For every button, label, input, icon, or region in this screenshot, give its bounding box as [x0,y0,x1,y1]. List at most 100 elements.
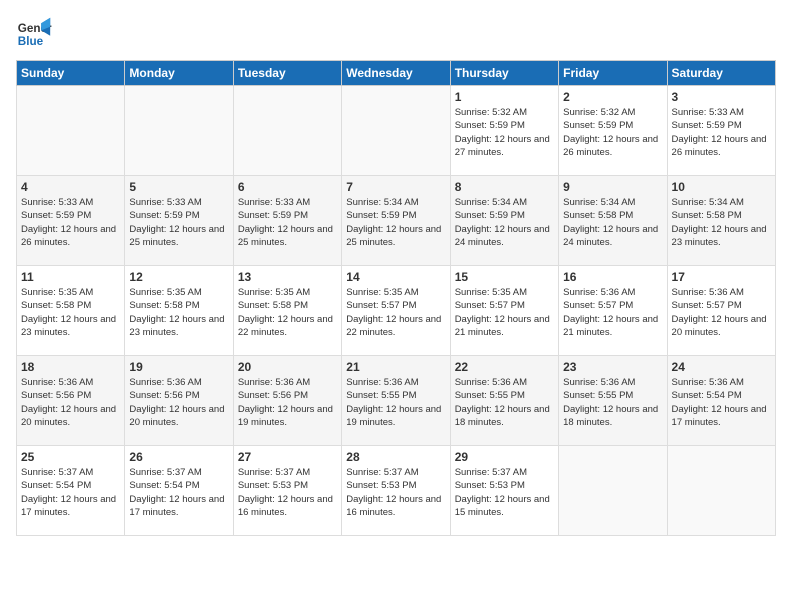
calendar-cell: 26 Sunrise: 5:37 AM Sunset: 5:54 PM Dayli… [125,446,233,536]
calendar-cell: 23Sunrise: 5:36 AM Sunset: 5:55 PM Dayli… [559,356,667,446]
calendar-cell: 25 Sunrise: 5:37 AM Sunset: 5:54 PM Dayli… [17,446,125,536]
day-info: Sunrise: 5:36 AM Sunset: 5:56 PM Dayligh… [129,376,228,429]
calendar-cell: 3 Sunrise: 5:33 AM Sunset: 5:59 PM Daylig… [667,86,775,176]
day-number: 7 [346,180,445,194]
day-number: 20 [238,360,337,374]
calendar-cell [559,446,667,536]
day-info: Sunrise: 5:36 AM Sunset: 5:56 PM Dayligh… [238,376,337,429]
calendar-cell: 6 Sunrise: 5:33 AM Sunset: 5:59 PM Daylig… [233,176,341,266]
day-number: 18 [21,360,120,374]
day-number: 15 [455,270,554,284]
calendar-cell [17,86,125,176]
day-info: Sunrise: 5:37 AM Sunset: 5:53 PM Dayligh… [455,466,554,519]
calendar-cell [667,446,775,536]
weekday-header-row: SundayMondayTuesdayWednesdayThursdayFrid… [17,61,776,86]
day-info: Sunrise: 5:33 AM Sunset: 5:59 PM Dayligh… [21,196,120,249]
day-info: Sunrise: 5:34 AM Sunset: 5:58 PM Dayligh… [672,196,771,249]
week-row-1: 4 Sunrise: 5:33 AM Sunset: 5:59 PM Daylig… [17,176,776,266]
day-number: 14 [346,270,445,284]
calendar-cell: 4 Sunrise: 5:33 AM Sunset: 5:59 PM Daylig… [17,176,125,266]
day-number: 6 [238,180,337,194]
day-info: Sunrise: 5:34 AM Sunset: 5:58 PM Dayligh… [563,196,662,249]
calendar-body: 1 Sunrise: 5:32 AM Sunset: 5:59 PM Daylig… [17,86,776,536]
calendar-cell [342,86,450,176]
day-number: 9 [563,180,662,194]
day-number: 28 [346,450,445,464]
week-row-2: 11 Sunrise: 5:35 AM Sunset: 5:58 PM Dayli… [17,266,776,356]
day-info: Sunrise: 5:34 AM Sunset: 5:59 PM Dayligh… [346,196,445,249]
header: General Blue [16,16,776,52]
day-info: Sunrise: 5:35 AM Sunset: 5:57 PM Dayligh… [346,286,445,339]
day-number: 24 [672,360,771,374]
calendar-cell: 19 Sunrise: 5:36 AM Sunset: 5:56 PM Dayli… [125,356,233,446]
svg-text:Blue: Blue [18,35,44,48]
day-info: Sunrise: 5:36 AM Sunset: 5:55 PM Dayligh… [455,376,554,429]
day-info: Sunrise: 5:37 AM Sunset: 5:53 PM Dayligh… [238,466,337,519]
day-info: Sunrise: 5:32 AM Sunset: 5:59 PM Dayligh… [563,106,662,159]
day-info: Sunrise: 5:37 AM Sunset: 5:54 PM Dayligh… [129,466,228,519]
day-number: 23 [563,360,662,374]
day-info: Sunrise: 5:33 AM Sunset: 5:59 PM Dayligh… [238,196,337,249]
day-number: 8 [455,180,554,194]
day-info: Sunrise: 5:35 AM Sunset: 5:57 PM Dayligh… [455,286,554,339]
day-number: 4 [21,180,120,194]
day-info: Sunrise: 5:33 AM Sunset: 5:59 PM Dayligh… [672,106,771,159]
day-number: 29 [455,450,554,464]
calendar-cell: 9 Sunrise: 5:34 AM Sunset: 5:58 PM Daylig… [559,176,667,266]
day-number: 3 [672,90,771,104]
weekday-header-wednesday: Wednesday [342,61,450,86]
weekday-header-friday: Friday [559,61,667,86]
calendar-cell: 20 Sunrise: 5:36 AM Sunset: 5:56 PM Dayli… [233,356,341,446]
day-info: Sunrise: 5:34 AM Sunset: 5:59 PM Dayligh… [455,196,554,249]
day-info: Sunrise: 5:36 AM Sunset: 5:57 PM Dayligh… [672,286,771,339]
day-number: 1 [455,90,554,104]
week-row-4: 25 Sunrise: 5:37 AM Sunset: 5:54 PM Dayli… [17,446,776,536]
week-row-0: 1 Sunrise: 5:32 AM Sunset: 5:59 PM Daylig… [17,86,776,176]
day-info: Sunrise: 5:36 AM Sunset: 5:57 PM Dayligh… [563,286,662,339]
calendar-cell: 12 Sunrise: 5:35 AM Sunset: 5:58 PM Dayli… [125,266,233,356]
calendar-cell: 13 Sunrise: 5:35 AM Sunset: 5:58 PM Dayli… [233,266,341,356]
calendar-cell [233,86,341,176]
week-row-3: 18 Sunrise: 5:36 AM Sunset: 5:56 PM Dayli… [17,356,776,446]
logo: General Blue [16,16,52,52]
weekday-header-saturday: Saturday [667,61,775,86]
day-number: 10 [672,180,771,194]
calendar-cell: 29 Sunrise: 5:37 AM Sunset: 5:53 PM Dayli… [450,446,558,536]
calendar-cell: 21 Sunrise: 5:36 AM Sunset: 5:55 PM Dayli… [342,356,450,446]
calendar-cell: 8 Sunrise: 5:34 AM Sunset: 5:59 PM Daylig… [450,176,558,266]
day-info: Sunrise: 5:35 AM Sunset: 5:58 PM Dayligh… [129,286,228,339]
day-number: 21 [346,360,445,374]
weekday-header-monday: Monday [125,61,233,86]
day-info: Sunrise: 5:35 AM Sunset: 5:58 PM Dayligh… [238,286,337,339]
logo-icon: General Blue [16,16,52,52]
day-number: 25 [21,450,120,464]
day-number: 16 [563,270,662,284]
calendar-cell [125,86,233,176]
day-info: Sunrise: 5:37 AM Sunset: 5:54 PM Dayligh… [21,466,120,519]
calendar-cell: 16 Sunrise: 5:36 AM Sunset: 5:57 PM Dayli… [559,266,667,356]
day-number: 26 [129,450,228,464]
day-number: 19 [129,360,228,374]
day-info: Sunrise: 5:36 AM Sunset: 5:54 PM Dayligh… [672,376,771,429]
day-number: 11 [21,270,120,284]
calendar-cell: 22 Sunrise: 5:36 AM Sunset: 5:55 PM Dayli… [450,356,558,446]
calendar-cell: 17 Sunrise: 5:36 AM Sunset: 5:57 PM Dayli… [667,266,775,356]
calendar-cell: 28Sunrise: 5:37 AM Sunset: 5:53 PM Dayli… [342,446,450,536]
day-info: Sunrise: 5:35 AM Sunset: 5:58 PM Dayligh… [21,286,120,339]
day-number: 12 [129,270,228,284]
calendar-cell: 11 Sunrise: 5:35 AM Sunset: 5:58 PM Dayli… [17,266,125,356]
day-number: 13 [238,270,337,284]
calendar-table: SundayMondayTuesdayWednesdayThursdayFrid… [16,60,776,536]
day-number: 22 [455,360,554,374]
day-number: 27 [238,450,337,464]
calendar-cell: 7 Sunrise: 5:34 AM Sunset: 5:59 PM Daylig… [342,176,450,266]
calendar-cell: 2Sunrise: 5:32 AM Sunset: 5:59 PM Daylig… [559,86,667,176]
day-number: 17 [672,270,771,284]
day-info: Sunrise: 5:36 AM Sunset: 5:55 PM Dayligh… [346,376,445,429]
calendar-cell: 5Sunrise: 5:33 AM Sunset: 5:59 PM Daylig… [125,176,233,266]
calendar-cell: 15 Sunrise: 5:35 AM Sunset: 5:57 PM Dayli… [450,266,558,356]
calendar-cell: 27 Sunrise: 5:37 AM Sunset: 5:53 PM Dayli… [233,446,341,536]
weekday-header-tuesday: Tuesday [233,61,341,86]
calendar-cell: 1Sunrise: 5:32 AM Sunset: 5:59 PM Daylig… [450,86,558,176]
day-info: Sunrise: 5:36 AM Sunset: 5:56 PM Dayligh… [21,376,120,429]
